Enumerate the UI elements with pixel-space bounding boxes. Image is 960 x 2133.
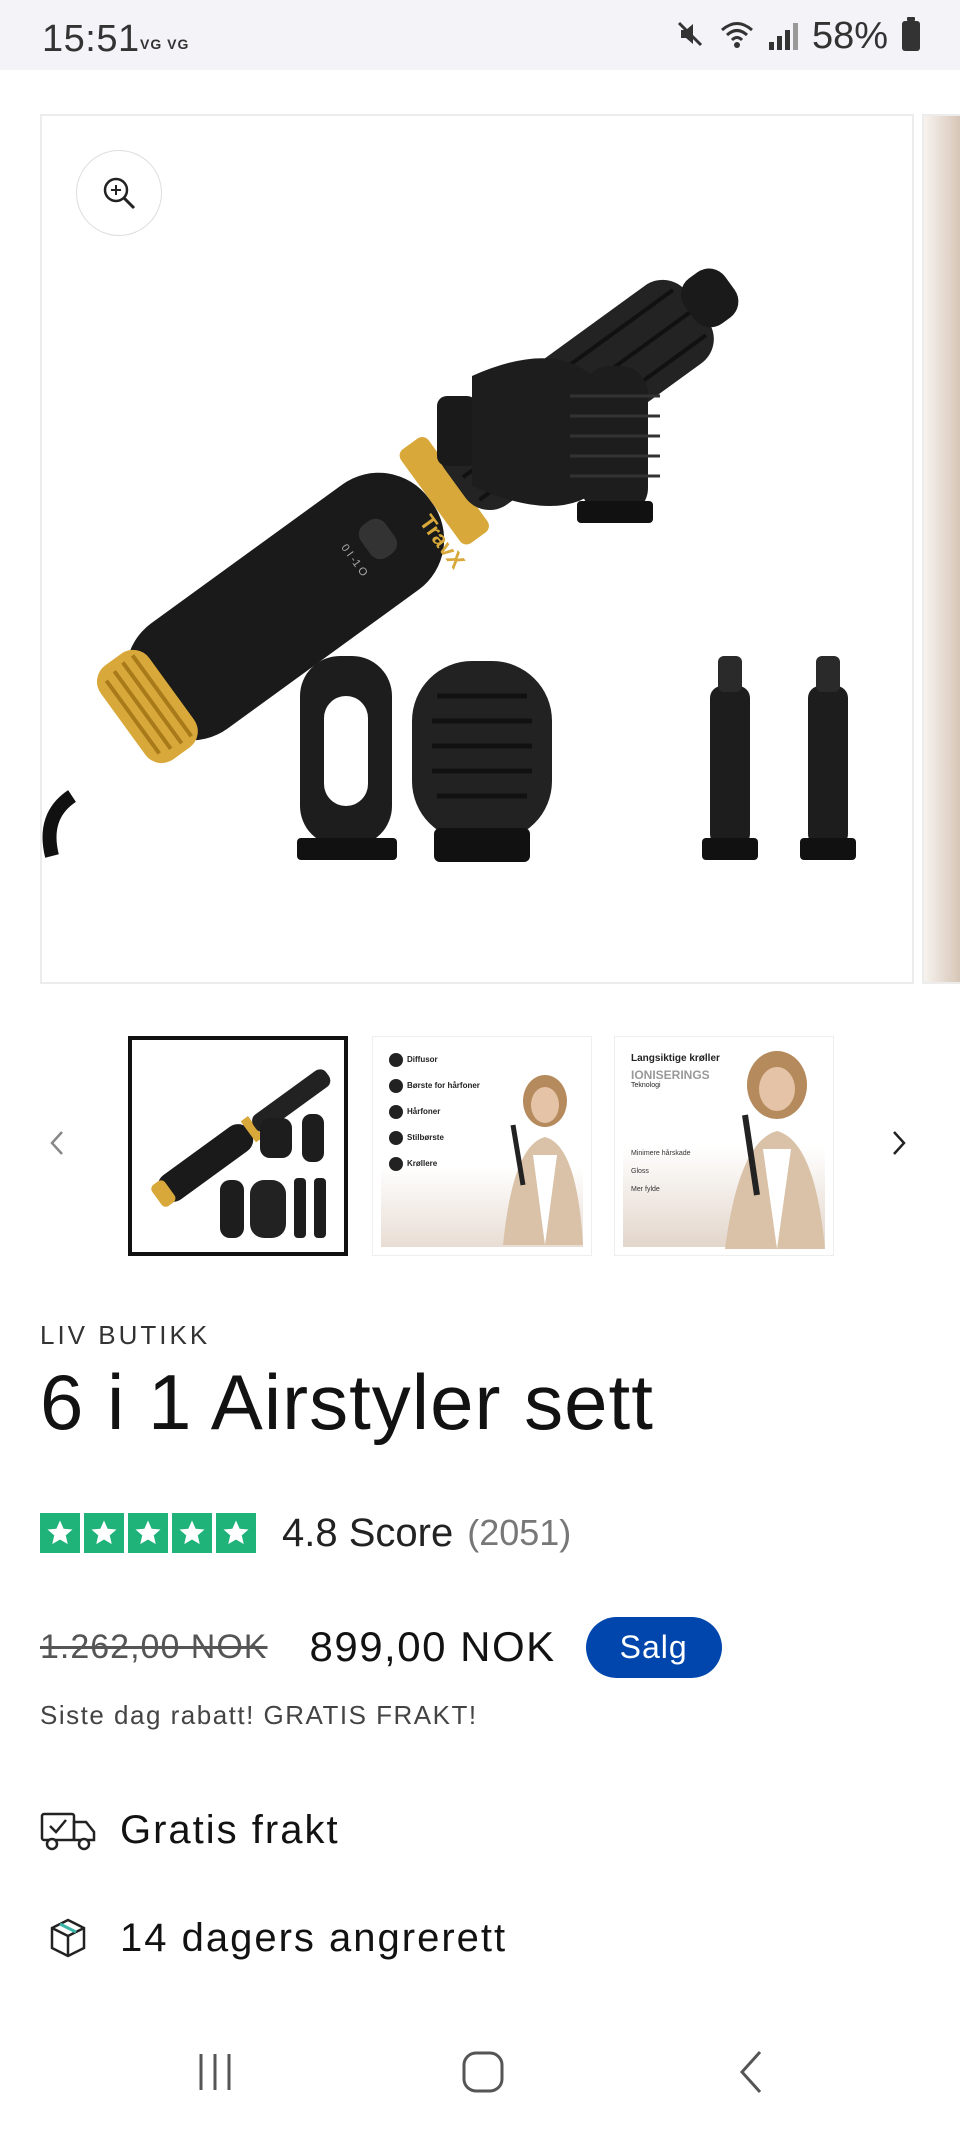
- home-icon: [462, 2051, 504, 2093]
- mute-icon: [675, 19, 705, 54]
- next-product-image-peek[interactable]: [922, 114, 960, 984]
- model-photo: [503, 1075, 583, 1245]
- star-icon: [40, 1513, 80, 1553]
- infographic-item-4: Stilbørste: [407, 1133, 444, 1143]
- thumbnail-next-button[interactable]: [874, 1108, 924, 1178]
- round-brush-attachment: [570, 366, 660, 523]
- thumbnail-prev-button[interactable]: [32, 1108, 82, 1178]
- star-icon: [172, 1513, 212, 1553]
- system-nav-bar: [0, 2010, 960, 2133]
- infographic-item-3: Hårfoner: [407, 1107, 441, 1117]
- package-icon: [40, 1913, 96, 1963]
- product-title: 6 i 1 Airstyler sett: [40, 1358, 654, 1446]
- curler-attachment-2: [800, 656, 856, 860]
- signal-icon: [768, 22, 798, 50]
- recent-apps-button[interactable]: [180, 2042, 250, 2102]
- infographic-item-1: Diffusor: [407, 1055, 438, 1065]
- zoom-in-icon: [103, 177, 136, 210]
- feature-line-2: Gloss: [631, 1168, 649, 1176]
- status-time: 15:51: [42, 18, 140, 60]
- curler-attachment-1: [702, 656, 758, 860]
- star-icon: [216, 1513, 256, 1553]
- product-rating[interactable]: 4.8 Score (2051): [40, 1508, 571, 1558]
- promo-text: Siste dag rabatt! GRATIS FRAKT!: [40, 1700, 478, 1730]
- thumbnail-2[interactable]: Diffusor Børste for hårfoner Hårfoner St…: [372, 1036, 592, 1256]
- product-main-image[interactable]: TravX 0 I -1 O: [40, 114, 914, 984]
- feature-free-shipping: Gratis frakt: [40, 1800, 340, 1860]
- nozzle-attachment: [297, 656, 397, 860]
- paddle-brush-attachment: [412, 661, 552, 862]
- rating-stars: [40, 1513, 256, 1553]
- vendor-name: LIV BUTIKK: [40, 1320, 211, 1350]
- rating-score: 4.8 Score: [282, 1510, 454, 1555]
- battery-percent: 58%: [811, 14, 888, 57]
- thumbnail-product-image: [151, 1069, 331, 1238]
- feature-line-1: Minimere hårskade: [631, 1150, 691, 1157]
- feature-return-policy: 14 dagers angrerett: [40, 1908, 507, 1968]
- infographic-item-2: Børste for hårfoner: [407, 1081, 480, 1091]
- rating-count: (2051): [467, 1512, 572, 1553]
- star-icon: [84, 1513, 124, 1553]
- compare-at-price: 1.262,00 NOK: [40, 1627, 268, 1666]
- thumbnail-3[interactable]: Langsiktige krøller IONISERINGS Teknolog…: [614, 1036, 834, 1256]
- infographic-item-5: Krøllere: [407, 1159, 438, 1169]
- price-row: 1.262,00 NOK 899,00 NOK Salg: [40, 1612, 722, 1682]
- feature-line-3: Mer fylde: [631, 1186, 660, 1194]
- battery-icon: [902, 17, 920, 51]
- feature-label-shipping: Gratis frakt: [120, 1807, 340, 1852]
- status-icons: 58%: [675, 14, 920, 57]
- delivery-truck-icon: [40, 1805, 96, 1855]
- airstyler-illustration: TravX 0 I -1 O: [42, 268, 856, 862]
- home-button[interactable]: [448, 2042, 518, 2102]
- sale-badge: Salg: [585, 1616, 722, 1678]
- chevron-right-icon: [893, 1131, 906, 1155]
- feature-label-returns: 14 dagers angrerett: [120, 1915, 508, 1960]
- chevron-left-icon: [50, 1131, 63, 1155]
- model-photo-2: [725, 1051, 825, 1249]
- status-bar: 15:51 VG VG 58%: [0, 0, 960, 70]
- sale-price: 899,00 NOK: [309, 1623, 556, 1670]
- wifi-icon: [719, 19, 755, 54]
- back-icon: [739, 2050, 762, 2094]
- thumbnail-carousel: Diffusor Børste for hårfoner Hårfoner St…: [0, 1036, 960, 1256]
- star-icon: [128, 1513, 168, 1553]
- recent-apps-icon: [199, 2054, 231, 2090]
- carrier-labels: VG VG: [140, 36, 190, 52]
- zoom-button[interactable]: [76, 150, 162, 236]
- thumbnail-1[interactable]: [128, 1036, 348, 1256]
- back-button[interactable]: [716, 2042, 786, 2102]
